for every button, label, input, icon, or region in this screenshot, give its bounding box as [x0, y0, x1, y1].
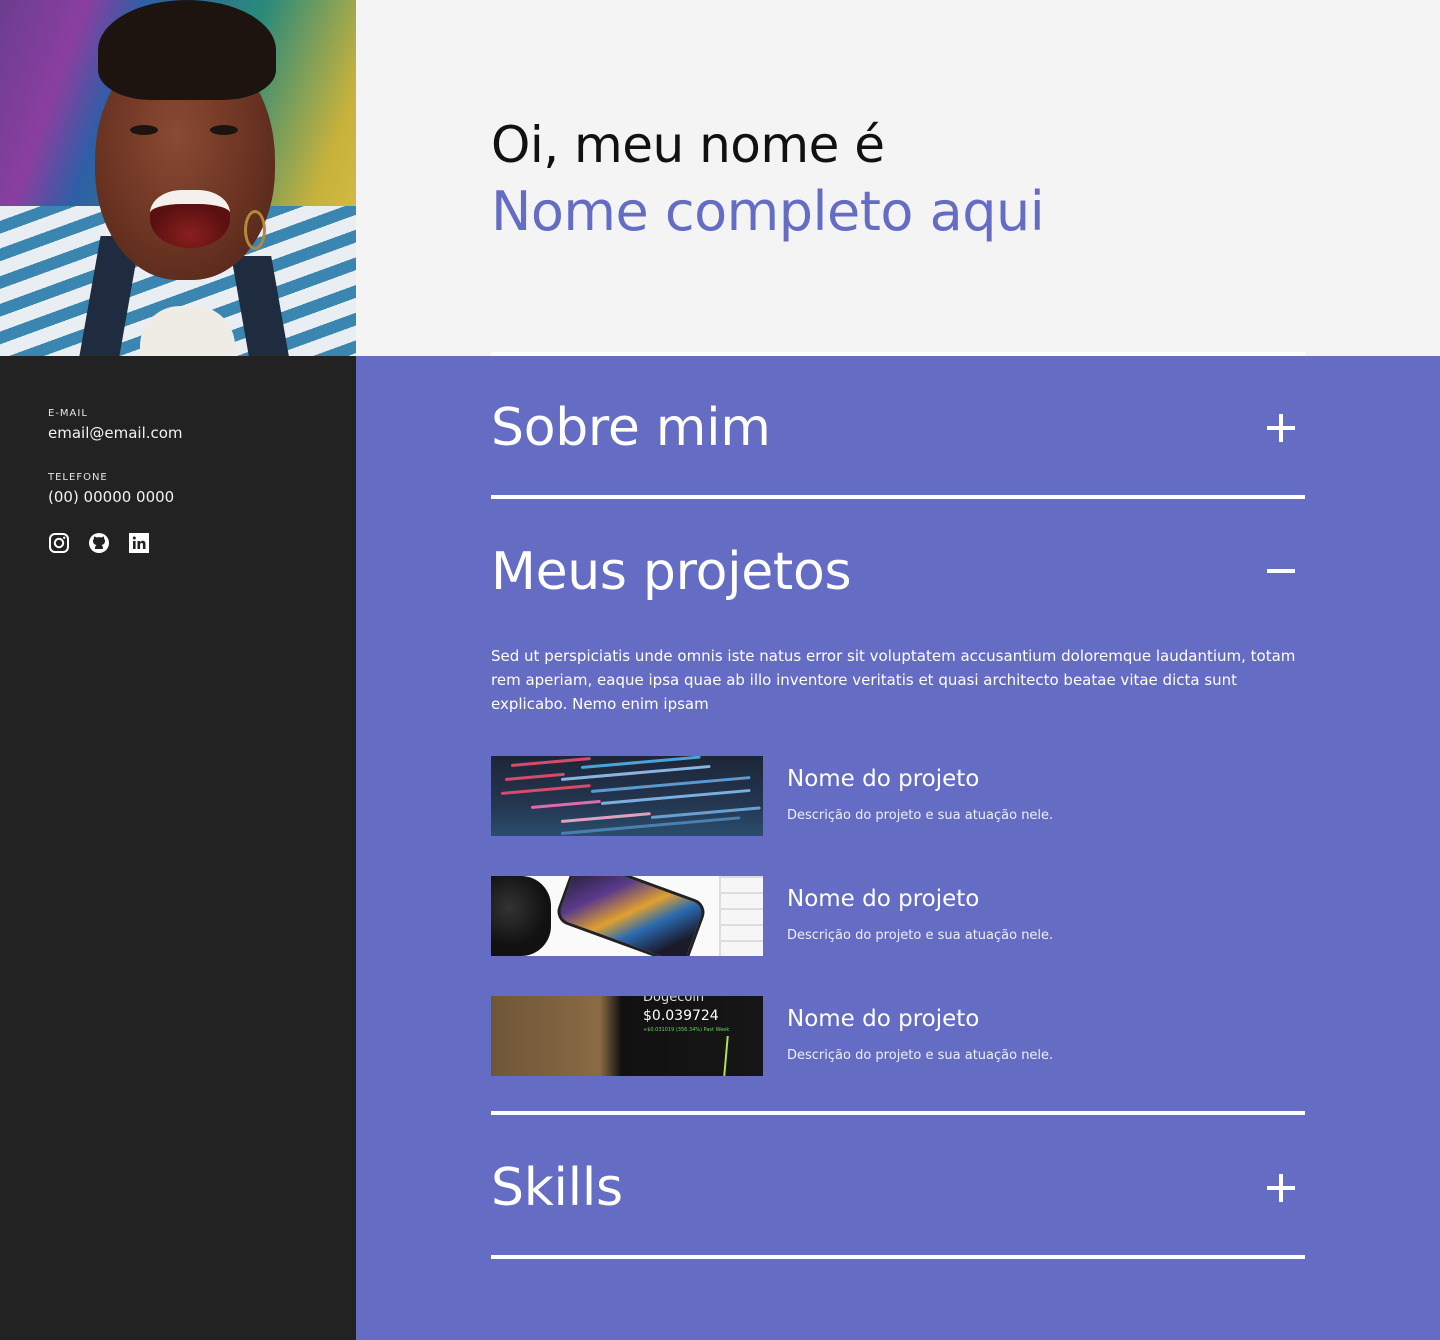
hero-section: Oi, meu nome é Nome completo aqui [356, 0, 1440, 356]
section-title-sobre-mim[interactable]: Sobre mim [491, 398, 771, 458]
github-icon[interactable] [88, 532, 110, 554]
phone-label: TELEFONE [48, 472, 108, 483]
expand-skills-button[interactable] [1251, 1158, 1311, 1218]
plus-icon [1267, 1174, 1295, 1202]
section-divider [491, 1111, 1305, 1115]
profile-photo [0, 0, 356, 356]
thumb-coin-name: Dogecoin [643, 996, 705, 1005]
project-name: Nome do projeto [787, 1006, 980, 1032]
photo-mouth [150, 190, 230, 248]
camera-lens [491, 876, 551, 956]
collapse-meus-projetos-button[interactable] [1251, 541, 1311, 601]
section-divider [491, 495, 1305, 499]
project-thumbnail-code [491, 756, 763, 836]
social-links [48, 532, 150, 554]
project-name: Nome do projeto [787, 886, 980, 912]
project-description: Descrição do projeto e sua atuação nele. [787, 808, 1054, 823]
project-item[interactable]: Dogecoin $0.039724 +$0.031019 (356.34%) … [491, 996, 1311, 1076]
project-item[interactable]: Nome do projeto Descrição do projeto e s… [491, 876, 1311, 956]
accordion: Sobre mim Meus projetos Sed ut perspicia… [356, 356, 1440, 1340]
thumb-sparkline [723, 1035, 729, 1076]
photo-earring [244, 210, 266, 250]
project-item[interactable]: Nome do projeto Descrição do projeto e s… [491, 756, 1311, 836]
phone-value[interactable]: (00) 00000 0000 [48, 488, 174, 506]
section-title-skills[interactable]: Skills [491, 1158, 623, 1218]
section-divider [491, 1255, 1305, 1259]
plus-icon [1267, 414, 1295, 442]
instagram-icon[interactable] [48, 532, 70, 554]
projects-description: Sed ut perspiciatis unde omnis iste natu… [491, 647, 1296, 713]
project-description: Descrição do projeto e sua atuação nele. [787, 928, 1054, 943]
project-thumbnail-crypto: Dogecoin $0.039724 +$0.031019 (356.34%) … [491, 996, 763, 1076]
thumb-coin-change: +$0.031019 (356.34%) Past Week [643, 1027, 730, 1033]
photo-eye-right [210, 125, 238, 135]
hero-greeting: Oi, meu nome é [491, 116, 885, 174]
photo-eye-left [130, 125, 158, 135]
project-name: Nome do projeto [787, 766, 980, 792]
contact-sidebar: E-MAIL email@email.com TELEFONE (00) 000… [0, 356, 356, 1340]
email-label: E-MAIL [48, 408, 88, 419]
project-thumbnail-phone [491, 876, 763, 956]
project-description: Descrição do projeto e sua atuação nele. [787, 1048, 1054, 1063]
email-value[interactable]: email@email.com [48, 424, 183, 442]
section-title-meus-projetos[interactable]: Meus projetos [491, 542, 852, 602]
photo-hair [98, 0, 276, 100]
hero-full-name: Nome completo aqui [491, 180, 1045, 243]
expand-sobre-mim-button[interactable] [1251, 398, 1311, 458]
keyboard [719, 876, 763, 956]
thumb-coin-price: $0.039724 [643, 1008, 719, 1024]
smartphone [553, 876, 709, 956]
minus-icon [1267, 569, 1295, 573]
linkedin-icon[interactable] [128, 532, 150, 554]
